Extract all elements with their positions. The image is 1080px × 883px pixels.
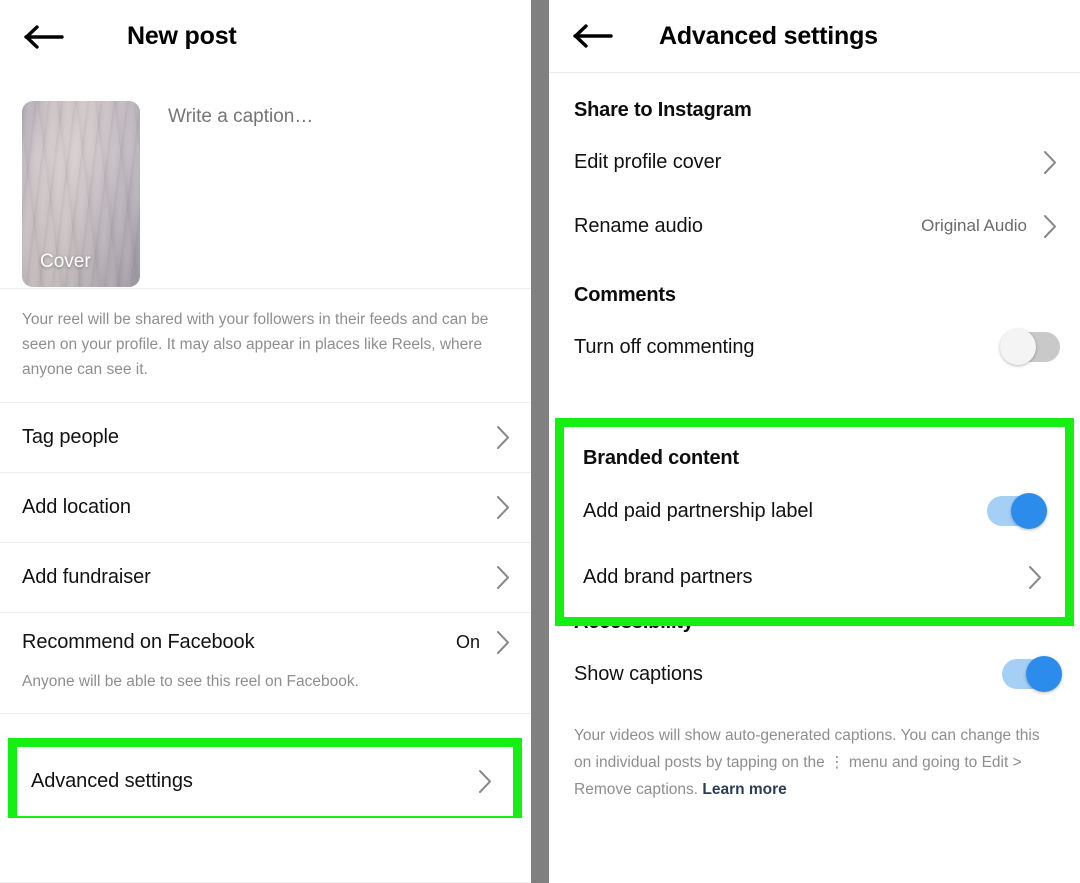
row-advanced-settings[interactable]: Advanced settings	[17, 747, 513, 816]
cover-label: Cover	[40, 251, 91, 272]
row-add-paid-partnership-label[interactable]: Add paid partnership label	[564, 476, 1065, 546]
composer-row: Cover	[0, 73, 531, 288]
row-label: Add paid partnership label	[583, 499, 813, 522]
divider	[0, 713, 531, 714]
chevron-right-icon	[496, 565, 511, 590]
row-label: Add brand partners	[583, 565, 753, 588]
panel-divider	[531, 0, 549, 883]
advanced-settings-header: Advanced settings	[549, 0, 1080, 73]
row-label: Recommend on Facebook	[22, 630, 255, 653]
toggle-show-captions[interactable]	[1002, 656, 1062, 692]
row-rename-audio[interactable]: Rename audio Original Audio	[549, 194, 1080, 258]
caption-input[interactable]	[168, 101, 509, 128]
advanced-settings-highlight-box: Advanced settings	[8, 738, 522, 818]
row-label: Show captions	[574, 662, 703, 685]
toggle-knob	[1000, 329, 1036, 365]
section-title-comments: Comments	[574, 284, 676, 306]
captions-footnote: Your videos will show auto-generated cap…	[549, 706, 1080, 803]
row-add-location[interactable]: Add location	[0, 473, 531, 542]
row-show-captions[interactable]: Show captions	[549, 642, 1080, 706]
new-post-header: New post	[0, 0, 531, 73]
row-label: Edit profile cover	[574, 150, 722, 173]
row-label: Turn off commenting	[574, 335, 755, 358]
advanced-settings-panel: Advanced settings Share to Instagram Edi…	[549, 0, 1080, 883]
section-title-share-to-instagram: Share to Instagram	[574, 99, 752, 121]
chevron-right-icon	[478, 769, 493, 794]
toggle-turn-off-commenting[interactable]	[1000, 329, 1060, 365]
row-recommend-on-facebook[interactable]: Recommend on Facebook On	[0, 613, 531, 671]
row-value: Original Audio	[921, 216, 1027, 235]
chevron-right-icon	[1043, 214, 1058, 239]
toggle-knob	[1011, 493, 1047, 529]
facebook-note: Anyone will be able to see this reel on …	[22, 673, 359, 690]
row-edit-profile-cover[interactable]: Edit profile cover	[549, 130, 1080, 194]
toggle-add-paid-partnership-label[interactable]	[987, 493, 1047, 529]
cover-thumbnail[interactable]: Cover	[22, 101, 140, 287]
screenshot-root: New post Cover Your reel will be shared …	[0, 0, 1080, 883]
row-label: Add fundraiser	[22, 566, 151, 588]
row-label: Rename audio	[574, 214, 703, 237]
kebab-menu-icon: ⋮	[829, 754, 845, 771]
learn-more-link[interactable]: Learn more	[702, 781, 786, 798]
chevron-right-icon	[496, 495, 511, 520]
row-label: Add location	[22, 496, 131, 518]
row-label: Tag people	[22, 426, 119, 448]
chevron-right-icon	[1043, 150, 1058, 175]
toggle-knob	[1026, 656, 1062, 692]
page-title: Advanced settings	[659, 21, 878, 50]
new-post-panel: New post Cover Your reel will be shared …	[0, 0, 531, 883]
chevron-right-icon	[496, 425, 511, 450]
row-turn-off-commenting[interactable]: Turn off commenting	[549, 315, 1080, 379]
row-label: Advanced settings	[31, 770, 193, 792]
back-arrow-icon[interactable]	[22, 20, 68, 54]
section-title-branded-content: Branded content	[583, 447, 739, 469]
share-note: Your reel will be shared with your follo…	[22, 311, 489, 378]
back-arrow-icon[interactable]	[571, 19, 617, 53]
page-title: New post	[127, 22, 237, 50]
row-tag-people[interactable]: Tag people	[0, 403, 531, 472]
row-add-fundraiser[interactable]: Add fundraiser	[0, 543, 531, 612]
chevron-right-icon	[496, 630, 511, 655]
row-add-brand-partners[interactable]: Add brand partners	[564, 546, 1065, 608]
row-value: On	[455, 631, 480, 652]
branded-content-highlight-box: Branded content Add paid partnership lab…	[555, 418, 1074, 626]
chevron-right-icon	[1028, 565, 1043, 590]
